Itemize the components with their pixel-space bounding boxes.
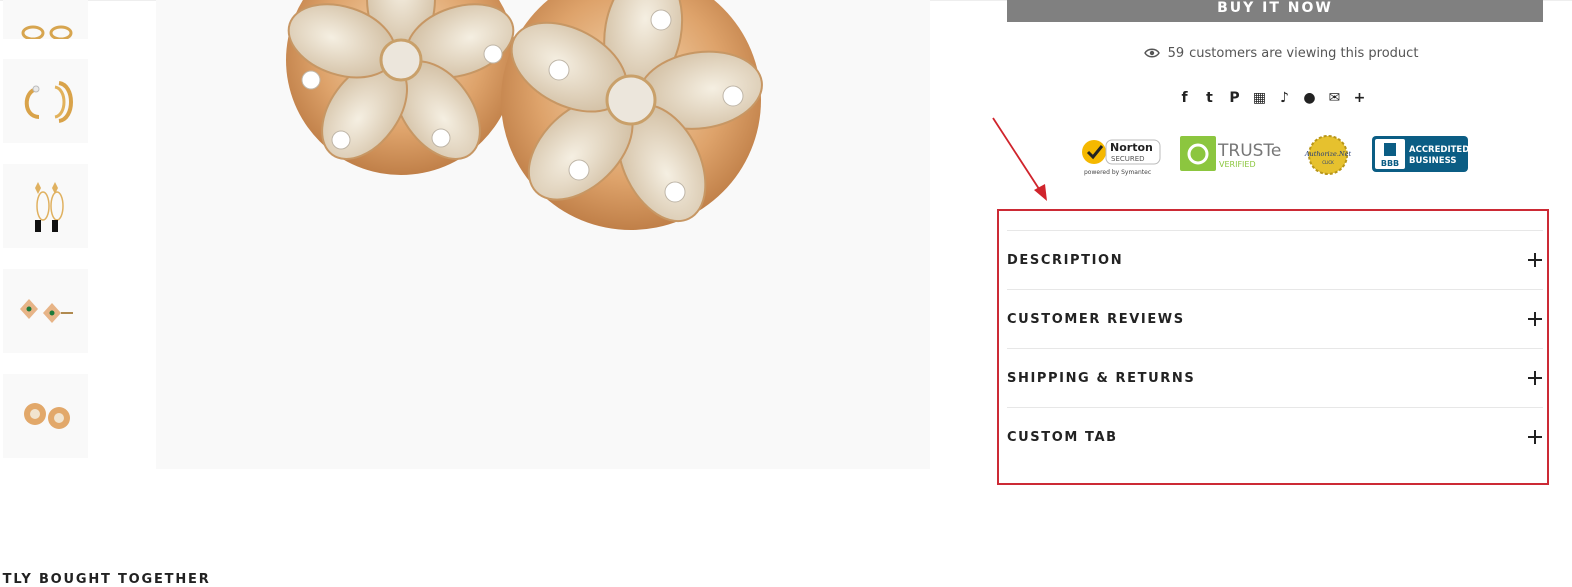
viewing-text: customers are viewing this product	[1189, 46, 1419, 61]
product-info-accordion: DESCRIPTION CUSTOMER REVIEWS SHIPPING & …	[1007, 230, 1543, 466]
viewer-count: 59	[1167, 46, 1185, 61]
product-thumbnail[interactable]	[3, 374, 88, 458]
product-thumbnail[interactable]	[3, 0, 88, 39]
more-icon[interactable]: +	[1351, 90, 1368, 107]
svg-text:CLICK: CLICK	[1322, 160, 1334, 165]
accordion-customer-reviews[interactable]: CUSTOMER REVIEWS	[1007, 289, 1543, 348]
svg-text:VERIFIED: VERIFIED	[1219, 160, 1256, 169]
buy-it-now-button[interactable]: BUY IT NOW	[1007, 0, 1543, 22]
email-icon[interactable]: ✉	[1326, 90, 1343, 107]
svg-text:SECURED: SECURED	[1111, 155, 1145, 163]
bbb-badge: BBB ACCREDITED BUSINESS	[1372, 136, 1469, 176]
twitter-icon[interactable]: t	[1201, 90, 1218, 107]
pocket-icon[interactable]: ●	[1301, 90, 1318, 107]
thumbnail-image	[21, 25, 73, 39]
svg-text:BUSINESS: BUSINESS	[1409, 156, 1456, 166]
authorize-net-badge: Authorize.Net CLICK	[1303, 134, 1353, 180]
accordion-shipping-returns[interactable]: SHIPPING & RETURNS	[1007, 348, 1543, 407]
svg-text:Norton: Norton	[1110, 141, 1153, 154]
plus-icon[interactable]	[1528, 371, 1542, 385]
accordion-title: SHIPPING & RETURNS	[1007, 370, 1196, 386]
annotation-arrow	[992, 117, 1047, 201]
svg-text:TRUSTe: TRUSTe	[1217, 141, 1281, 161]
tumblr-icon[interactable]: ♪	[1276, 90, 1293, 107]
plus-icon[interactable]	[1528, 430, 1542, 444]
plus-icon[interactable]	[1528, 312, 1542, 326]
svg-text:Authorize.Net: Authorize.Net	[1304, 150, 1352, 158]
accordion-title: CUSTOM TAB	[1007, 429, 1118, 445]
product-thumbnail[interactable]	[3, 59, 88, 143]
accordion-title: DESCRIPTION	[1007, 252, 1124, 268]
pinterest-icon[interactable]: P	[1226, 90, 1243, 107]
accordion-title: CUSTOMER REVIEWS	[1007, 311, 1185, 327]
norton-badge: Norton SECURED powered by Symantec	[1080, 136, 1162, 180]
plus-icon[interactable]	[1528, 253, 1542, 267]
facebook-icon[interactable]: f	[1176, 90, 1193, 107]
thumbnail-image	[35, 182, 64, 232]
thumbnail-image	[24, 81, 73, 123]
accordion-description[interactable]: DESCRIPTION	[1007, 230, 1543, 289]
svg-text:powered by Symantec: powered by Symantec	[1084, 169, 1151, 176]
thumbnail-image	[20, 299, 73, 323]
thumbnail-image	[24, 403, 70, 429]
flower-earrings-image	[286, 0, 763, 230]
frequently-bought-title: NTLY BOUGHT TOGETHER	[0, 572, 211, 587]
main-product-image[interactable]	[156, 0, 930, 469]
grid-icon[interactable]: ▦	[1251, 90, 1268, 107]
accordion-custom-tab[interactable]: CUSTOM TAB	[1007, 407, 1543, 466]
product-thumbnail[interactable]	[3, 269, 88, 353]
viewing-count: 59 customers are viewing this product	[1007, 46, 1555, 63]
svg-text:BBB: BBB	[1381, 159, 1399, 168]
svg-text:ACCREDITED: ACCREDITED	[1409, 145, 1468, 155]
eye-icon	[1143, 47, 1160, 63]
share-icons: f t P ▦ ♪ ● ✉ +	[1176, 88, 1368, 108]
product-thumbnail[interactable]	[3, 164, 88, 248]
truste-badge: TRUSTe VERIFIED	[1180, 136, 1284, 176]
